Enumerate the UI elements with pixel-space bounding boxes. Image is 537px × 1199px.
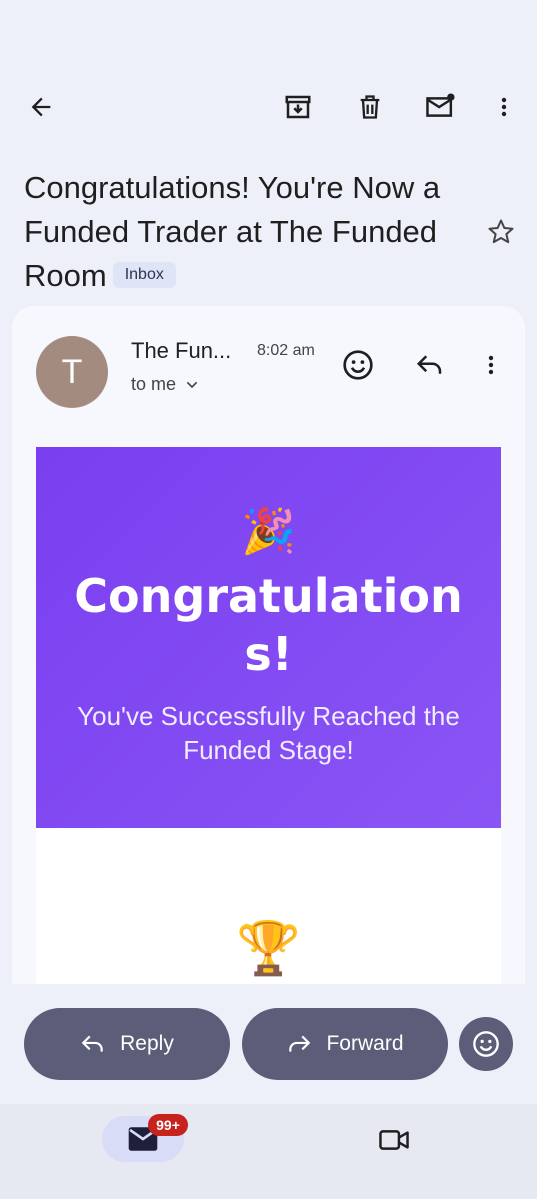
bottom-navigation: 99+ xyxy=(0,1104,537,1199)
archive-icon xyxy=(285,95,311,119)
delete-button[interactable] xyxy=(348,85,392,129)
more-vert-icon xyxy=(488,355,494,375)
react-button[interactable] xyxy=(459,1017,513,1071)
action-bar: Reply Forward xyxy=(0,984,537,1104)
more-options-button[interactable] xyxy=(482,85,526,129)
trophy-icon: 🏆 xyxy=(236,920,301,978)
message-card: T The Fun... 8:02 am to me 🎉 Congratulat… xyxy=(12,306,525,1006)
nav-meet-tab[interactable] xyxy=(372,1118,416,1162)
inbox-label[interactable]: Inbox xyxy=(112,261,176,288)
emoji-icon xyxy=(343,350,373,380)
video-camera-icon xyxy=(379,1130,409,1150)
forward-icon xyxy=(289,1035,311,1052)
reply-button[interactable]: Reply xyxy=(24,1008,230,1080)
more-vert-icon xyxy=(501,97,507,117)
reply-icon xyxy=(81,1035,103,1052)
reply-icon-button[interactable] xyxy=(408,343,452,387)
unread-count-badge: 99+ xyxy=(148,1114,188,1136)
emoji-icon xyxy=(473,1031,499,1057)
archive-button[interactable] xyxy=(276,85,320,129)
message-time: 8:02 am xyxy=(257,342,315,359)
chevron-down-icon xyxy=(186,381,198,388)
reply-label: Reply xyxy=(120,1032,174,1055)
forward-label: Forward xyxy=(326,1032,404,1055)
email-subheadline: You've Successfully Reached the Funded S… xyxy=(77,701,460,765)
message-more-button[interactable] xyxy=(469,343,513,387)
star-button[interactable] xyxy=(479,210,523,254)
star-icon xyxy=(488,219,514,244)
arrow-back-icon xyxy=(31,97,51,117)
mark-unread-button[interactable] xyxy=(419,85,463,129)
mark-unread-icon xyxy=(426,93,455,117)
avatar[interactable]: T xyxy=(36,336,108,408)
back-button[interactable] xyxy=(19,85,63,129)
email-banner: 🎉 Congratulations! You've Successfully R… xyxy=(36,447,501,828)
subject-text: Congratulations! You're Now a Funded Tra… xyxy=(24,170,441,293)
recipient-text: to me xyxy=(131,374,177,394)
trash-icon xyxy=(360,95,380,119)
email-subject: Congratulations! You're Now a Funded Tra… xyxy=(24,166,474,298)
party-popper-icon: 🎉 xyxy=(241,507,296,556)
forward-button[interactable]: Forward xyxy=(242,1008,448,1080)
recipient-details-toggle[interactable]: to me xyxy=(131,374,200,395)
email-content-section: 🏆 xyxy=(36,828,501,1006)
email-headline: Congratulations! xyxy=(74,569,463,681)
reply-icon xyxy=(416,355,442,374)
sender-name[interactable]: The Fun... xyxy=(131,338,231,364)
add-reaction-button[interactable] xyxy=(336,343,380,387)
